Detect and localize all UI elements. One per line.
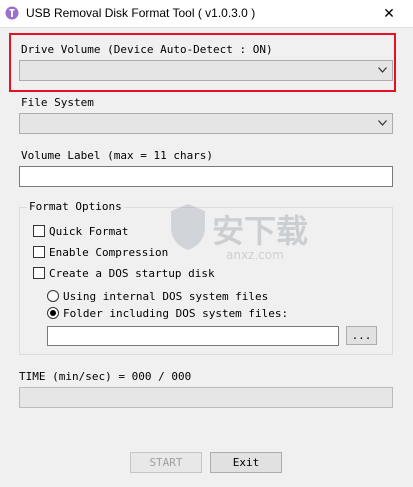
format-progress-bar [19,387,393,408]
drive-volume-label: Drive Volume (Device Auto-Detect : ON) [21,43,273,56]
title-bar: USB Removal Disk Format Tool ( v1.0.3.0 … [0,0,413,28]
exit-button[interactable]: Exit [210,452,282,473]
dos-startup-checkbox[interactable] [33,267,45,279]
time-label: TIME (min/sec) = 000 / 000 [19,370,192,383]
start-button[interactable]: START [130,452,202,473]
format-options-title: Format Options [27,200,124,213]
browse-button[interactable]: ... [346,326,377,345]
close-icon: ✕ [383,6,395,22]
folder-dos-radio[interactable] [47,307,59,319]
close-button[interactable]: ✕ [372,2,406,26]
enable-compression-label[interactable]: Enable Compression [49,246,168,259]
chevron-down-icon [378,120,387,126]
internal-dos-label[interactable]: Using internal DOS system files [63,290,268,303]
volume-label-label: Volume Label (max = 11 chars) [21,149,214,162]
quick-format-checkbox[interactable] [33,225,45,237]
window-title: USB Removal Disk Format Tool ( v1.0.3.0 … [26,6,256,20]
folder-dos-label[interactable]: Folder including DOS system files: [63,307,288,320]
app-icon [5,6,19,20]
file-system-label: File System [21,96,94,109]
watermark-subtext: anxz.com [226,248,284,262]
watermark-text: 安下载 [212,212,309,250]
dos-startup-label[interactable]: Create a DOS startup disk [49,267,215,280]
internal-dos-radio[interactable] [47,290,59,302]
chevron-down-icon [378,67,387,73]
drive-volume-select[interactable] [19,60,393,81]
shield-icon [171,204,205,250]
quick-format-label[interactable]: Quick Format [49,225,128,238]
enable-compression-checkbox[interactable] [33,246,45,258]
volume-label-input[interactable] [19,166,393,187]
dos-folder-path-input[interactable] [47,326,339,346]
file-system-select[interactable] [19,113,393,134]
